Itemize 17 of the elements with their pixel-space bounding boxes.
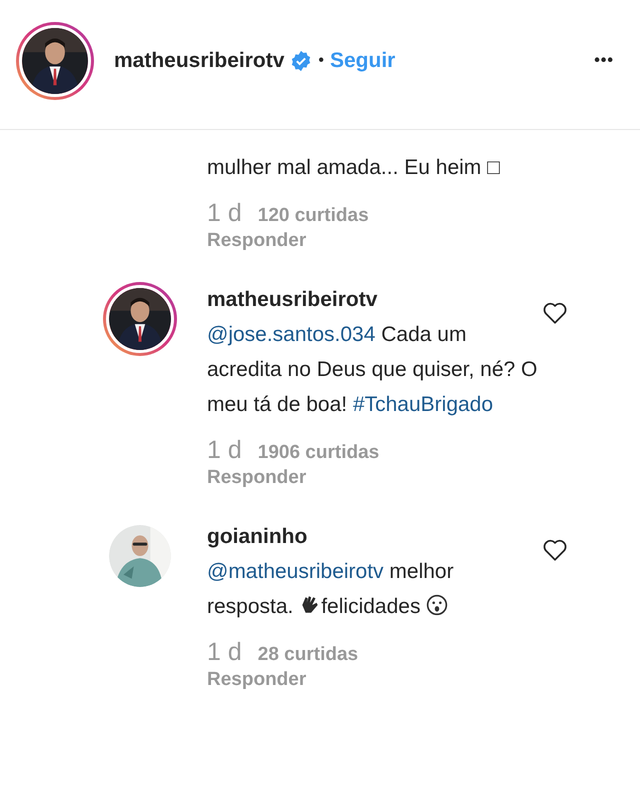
comment-username[interactable]: matheusribeirotv bbox=[207, 288, 378, 311]
comment-text: mulher mal amada... Eu heim □ bbox=[207, 155, 501, 181]
comment-time: 1 d bbox=[207, 638, 242, 667]
surprised-face-icon bbox=[426, 594, 448, 616]
heart-icon[interactable] bbox=[542, 300, 568, 326]
mention-link[interactable]: @matheusribeirotv bbox=[207, 560, 384, 583]
comment-time: 1 d bbox=[207, 436, 242, 465]
more-options-button[interactable]: ••• bbox=[594, 52, 614, 70]
separator-dot: • bbox=[318, 52, 324, 70]
mention-link[interactable]: @jose.santos.034 bbox=[207, 323, 376, 346]
comment-time: 1 d bbox=[207, 199, 242, 228]
hashtag-link[interactable]: #TchauBrigado bbox=[352, 393, 494, 416]
heart-icon[interactable] bbox=[542, 537, 568, 563]
comment-text: goianinho @matheusribeirotv melhor resposta. felicidades bbox=[207, 524, 455, 620]
comment-text: matheusribeirotv @jose.santos.034 Cada um acredita no Deus que quiser, né? O meu tá de boa! #TchauBrigado bbox=[207, 287, 538, 418]
username[interactable]: matheusribeirotv bbox=[114, 48, 284, 72]
comment-username[interactable]: goianinho bbox=[207, 525, 308, 548]
